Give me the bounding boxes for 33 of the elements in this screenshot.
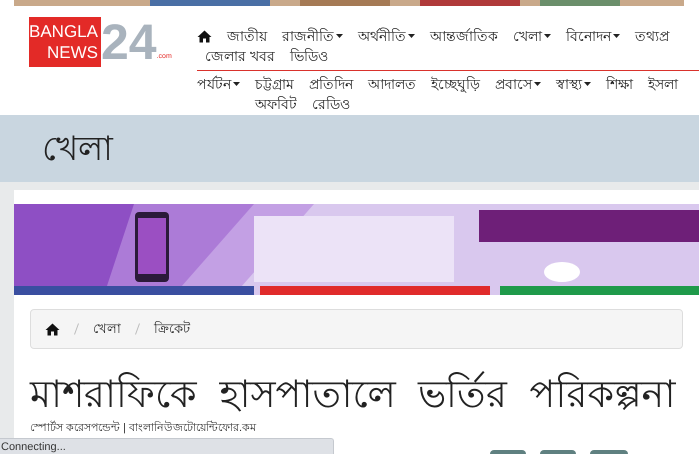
home-icon[interactable] [197,30,212,42]
nav-link[interactable]: চট্টগ্রাম [255,74,294,94]
nav-link[interactable]: আদালত [368,74,416,94]
nav-link[interactable]: প্রতিদিন [309,74,353,94]
nav-link[interactable]: রাজনীতি [282,26,343,46]
nav-link[interactable]: শিক্ষা [606,74,633,94]
byline: স্পোর্টস করেসপন্ডেন্ট | বাংলানিউজটোয়েন্টিফোর.কম [30,421,258,435]
breadcrumb-link[interactable]: খেলা [93,319,121,339]
breadcrumb-link[interactable]: ক্রিকেট [154,319,190,339]
separator-icon [135,323,140,335]
section-title: খেলা [42,128,113,168]
nav-link[interactable]: পর্যটন [197,74,240,94]
logo-text: NEWS [46,42,98,63]
nav-link[interactable]: ভিডিও [290,46,328,66]
headline: মাশরাফিকে হাসপাতালে ভর্তির পরিকল্পনা [30,371,699,419]
nav-link[interactable]: জাতীয় [227,26,267,46]
logo-number: 24 [100,17,157,67]
status-text: Connecting... [1,440,66,454]
nav-link[interactable]: জেলার খবর [205,46,275,66]
logo-text: BANGLA [29,21,98,42]
nav-link[interactable]: রেডিও [312,94,350,114]
nav-link[interactable]: বিনোদন [566,26,620,46]
nav-link[interactable]: ইসলা [648,74,678,94]
separator-icon [74,323,79,335]
nav-link[interactable]: আন্তর্জাতিক [430,26,498,46]
nav-link[interactable]: খেলা [513,26,551,46]
nav-link[interactable]: স্বাস্থ্য [556,74,591,94]
nav-link[interactable]: অর্থনীতি [358,26,415,46]
nav-link[interactable]: তথ্যপ্র [635,26,669,46]
home-icon[interactable] [45,322,60,336]
nav-link[interactable]: প্রবাসে [495,74,541,94]
nav-link[interactable]: ইচ্ছেঘুড়ি [431,74,480,94]
nav-link[interactable]: অফবিট [255,94,297,114]
